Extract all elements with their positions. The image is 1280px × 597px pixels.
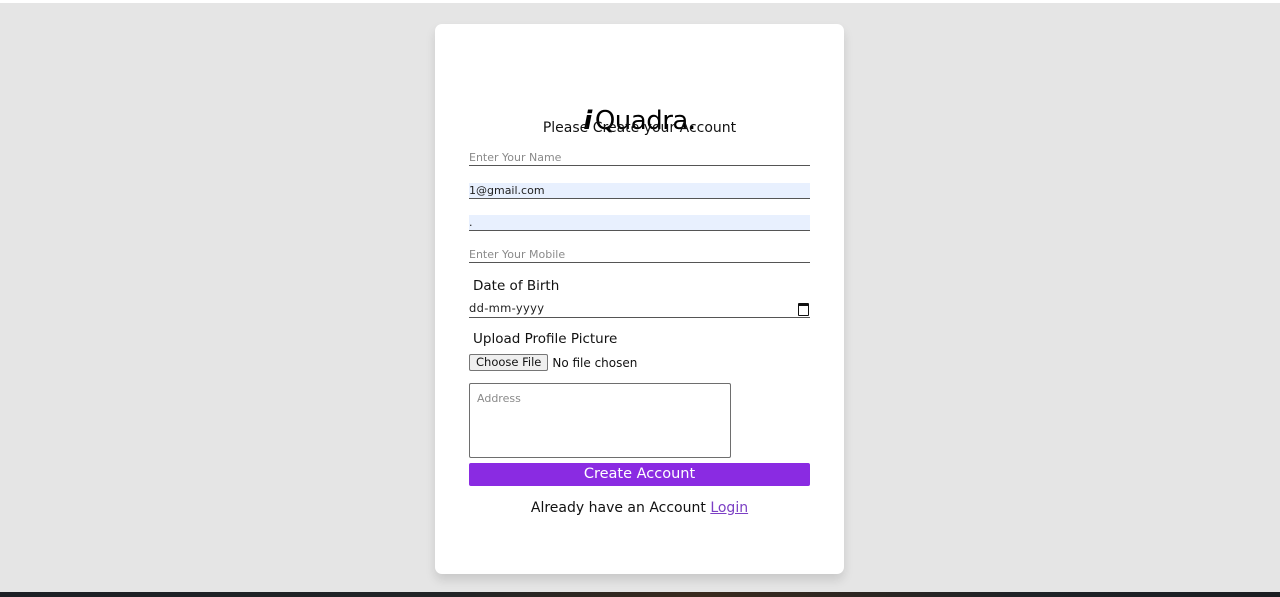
- login-prompt: Already have an Account: [530, 500, 706, 516]
- form-subtitle: Please Create your Account: [542, 120, 737, 136]
- login-link[interactable]: Login: [710, 500, 748, 516]
- password-input[interactable]: .: [469, 215, 810, 231]
- dob-input[interactable]: dd-mm-yyyy: [469, 300, 810, 318]
- dob-label: Date of Birth: [473, 278, 560, 294]
- taskbar-edge: [0, 592, 1280, 597]
- name-input[interactable]: Enter Your Name: [469, 150, 810, 166]
- signup-card: i Quadra. Please Create your Account Ente…: [435, 24, 844, 574]
- create-account-button[interactable]: Create Account: [469, 463, 810, 486]
- address-textarea[interactable]: Address: [469, 383, 731, 458]
- upload-label: Upload Profile Picture: [473, 331, 618, 347]
- email-input[interactable]: 1@gmail.com: [469, 183, 810, 199]
- dob-placeholder: dd-mm-yyyy: [469, 301, 545, 315]
- file-status: No file chosen: [552, 355, 638, 370]
- top-strip: [0, 0, 1280, 3]
- calendar-icon[interactable]: [798, 303, 809, 316]
- mobile-input[interactable]: Enter Your Mobile: [469, 247, 810, 263]
- login-line: Already have an Account Login: [435, 500, 844, 516]
- choose-file-button[interactable]: Choose File: [469, 354, 549, 371]
- file-input[interactable]: Choose File No file chosen: [469, 353, 637, 372]
